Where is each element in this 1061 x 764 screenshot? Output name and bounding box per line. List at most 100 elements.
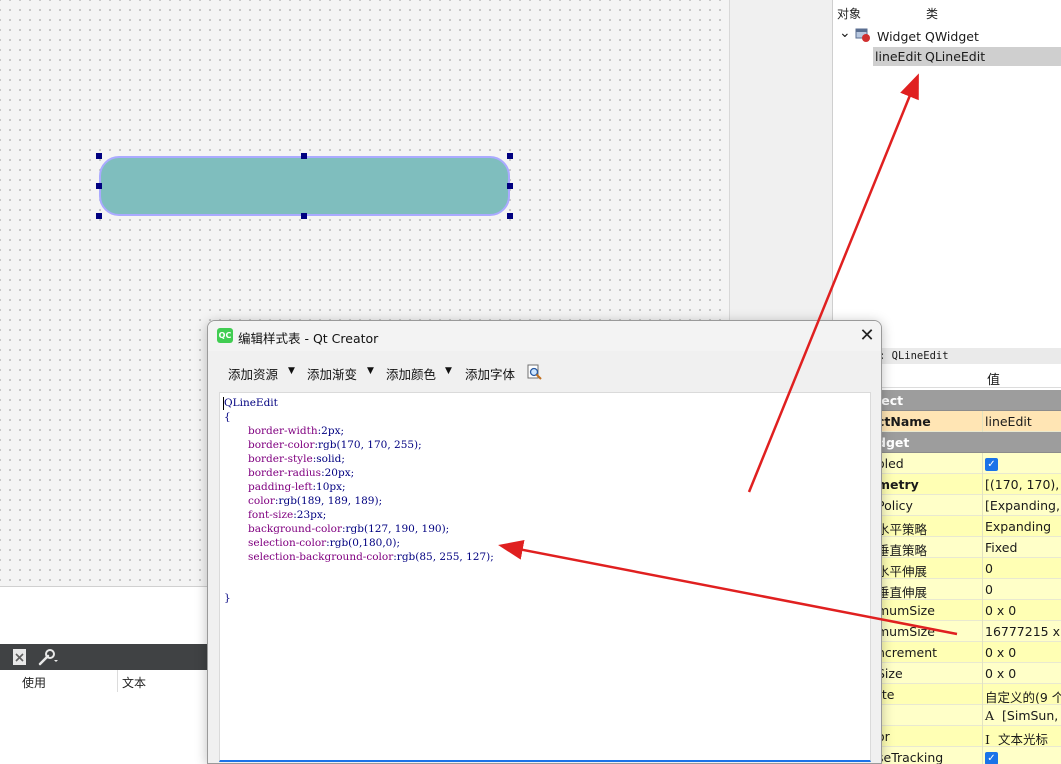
resize-handle-w[interactable] xyxy=(96,183,102,189)
column-value[interactable]: 值 xyxy=(987,369,1000,388)
add-resource-button[interactable]: 添加资源 xyxy=(228,364,278,383)
property-row[interactable]: dget xyxy=(875,432,1061,453)
property-value-text: lineEdit xyxy=(985,414,1032,429)
code-line: border-radius:20px; xyxy=(248,467,354,479)
property-row[interactable]: or I 文本光标 xyxy=(875,726,1061,747)
property-name: mumSize xyxy=(877,624,935,639)
property-name: 水平伸展 xyxy=(877,564,928,579)
resize-handle-e[interactable] xyxy=(507,183,513,189)
property-row[interactable]: Policy [Expanding, F xyxy=(875,495,1061,516)
property-row[interactable]: 垂直策略 Fixed xyxy=(875,537,1061,558)
property-row[interactable]: mumSize 0 x 0 xyxy=(875,600,1061,621)
tree-row-lineedit[interactable]: lineEdit QLineEdit xyxy=(873,47,1061,66)
code-line: selection-color:rgb(0,180,0); xyxy=(248,537,400,549)
property-value[interactable]: ✓ xyxy=(985,750,998,764)
property-row[interactable]: oled ✓ xyxy=(875,453,1061,474)
column-class[interactable]: 类 xyxy=(926,5,938,22)
chevron-down-icon[interactable]: ▼ xyxy=(288,366,295,376)
column-object[interactable]: 对象 xyxy=(837,5,861,22)
tree-row-widget[interactable]: ⌄ Widget QWidget xyxy=(833,25,1061,46)
code-line: selection-background-color:rgb(85, 255, … xyxy=(248,551,494,563)
resize-handle-n[interactable] xyxy=(301,153,307,159)
property-value-text: 自定义的(9 个 xyxy=(985,690,1061,705)
resize-handle-nw[interactable] xyxy=(96,153,102,159)
property-name: or xyxy=(877,729,890,744)
object-class: QWidget xyxy=(925,29,979,44)
dialog-titlebar[interactable]: QC 编辑样式表 - Qt Creator ✕ xyxy=(208,321,881,351)
resize-handle-s[interactable] xyxy=(301,213,307,219)
property-value[interactable]: [(170, 170), 4 xyxy=(985,477,1061,492)
property-row[interactable]: A [SimSun, xyxy=(875,705,1061,726)
chevron-down-icon[interactable]: ▼ xyxy=(445,366,452,376)
property-value[interactable]: I 文本光标 xyxy=(985,729,1048,748)
property-name: metry xyxy=(877,477,919,492)
css-property: font-size xyxy=(248,509,294,521)
property-row[interactable]: Size 0 x 0 xyxy=(875,663,1061,684)
css-property: selection-background-color xyxy=(248,551,394,563)
column-divider xyxy=(982,579,983,600)
property-row[interactable]: mumSize 16777215 x 1 xyxy=(875,621,1061,642)
property-row[interactable]: ject xyxy=(875,390,1061,411)
checkbox-icon[interactable]: ✓ xyxy=(985,458,998,471)
property-value-text: [Expanding, F xyxy=(985,498,1061,513)
property-name: ncrement xyxy=(877,645,938,660)
line-edit-widget[interactable] xyxy=(99,156,510,216)
property-value-text: 0 x 0 xyxy=(985,603,1017,618)
property-value[interactable]: A [SimSun, xyxy=(985,708,1058,723)
property-name: oled xyxy=(877,456,904,471)
property-row[interactable]: ncrement 0 x 0 xyxy=(875,642,1061,663)
column-usage[interactable]: 使用 xyxy=(22,674,46,691)
property-value[interactable]: Fixed xyxy=(985,540,1017,555)
action-editor-toolbar xyxy=(0,644,207,670)
delete-icon[interactable] xyxy=(11,648,29,666)
wrench-icon[interactable] xyxy=(38,648,58,666)
property-value[interactable]: 0 x 0 xyxy=(985,603,1016,618)
css-property: selection-color xyxy=(248,537,327,549)
property-value[interactable]: ✓ xyxy=(985,456,998,471)
chevron-down-icon[interactable]: ▼ xyxy=(367,366,374,376)
stylesheet-text-editor[interactable]: QLineEdit { border-width:2px; border-colo… xyxy=(219,392,871,762)
find-icon[interactable] xyxy=(526,364,542,380)
property-row[interactable]: seTracking ✓ xyxy=(875,747,1061,764)
property-row[interactable]: 垂直伸展 0 xyxy=(875,579,1061,600)
property-value-text: 0 xyxy=(985,582,993,597)
qt-designer-window: 使用 文本 对象 类 ⌄ Widget QWidget lineEdit QLi… xyxy=(0,0,1061,764)
column-divider xyxy=(982,411,983,432)
property-value[interactable]: 自定义的(9 个 xyxy=(985,687,1061,706)
property-value-text: [SimSun, xyxy=(1002,708,1059,723)
property-value[interactable]: 0 x 0 xyxy=(985,645,1016,660)
expand-icon[interactable]: ⌄ xyxy=(839,25,851,41)
code-selector: QLineEdit xyxy=(224,397,278,409)
property-name: dget xyxy=(877,435,910,450)
add-font-button[interactable]: 添加字体 xyxy=(465,364,515,383)
close-icon[interactable]: ✕ xyxy=(856,325,878,347)
css-property: border-width xyxy=(248,425,318,437)
code-line: border-color:rgb(170, 170, 255); xyxy=(248,439,422,451)
action-editor-list: 使用 文本 xyxy=(0,670,207,764)
property-value[interactable]: 0 x 0 xyxy=(985,666,1016,681)
property-value[interactable]: 0 xyxy=(985,561,993,576)
property-row[interactable]: 水平伸展 0 xyxy=(875,558,1061,579)
property-row[interactable]: metry [(170, 170), 4 xyxy=(875,474,1061,495)
column-text[interactable]: 文本 xyxy=(122,674,146,691)
resize-handle-se[interactable] xyxy=(507,213,513,219)
property-value[interactable]: [Expanding, F xyxy=(985,498,1061,513)
css-value: 10px; xyxy=(316,481,346,493)
column-divider xyxy=(982,453,983,474)
property-value[interactable]: lineEdit xyxy=(985,414,1032,429)
resize-handle-ne[interactable] xyxy=(507,153,513,159)
css-value: rgb(127, 190, 190); xyxy=(345,523,450,535)
add-color-button[interactable]: 添加颜色 xyxy=(386,364,436,383)
checkbox-icon[interactable]: ✓ xyxy=(985,752,998,764)
property-value-text: [(170, 170), 4 xyxy=(985,477,1061,492)
property-value[interactable]: 0 xyxy=(985,582,993,597)
resize-handle-sw[interactable] xyxy=(96,213,102,219)
add-gradient-button[interactable]: 添加渐变 xyxy=(307,364,357,383)
property-value[interactable]: 16777215 x 1 xyxy=(985,624,1061,639)
column-divider xyxy=(982,537,983,558)
property-row[interactable]: ctName lineEdit xyxy=(875,411,1061,432)
property-row[interactable]: tte 自定义的(9 个 xyxy=(875,684,1061,705)
property-row[interactable]: 水平策略 Expanding xyxy=(875,516,1061,537)
property-value[interactable]: Expanding xyxy=(985,519,1051,534)
object-class: QLineEdit xyxy=(925,49,986,64)
